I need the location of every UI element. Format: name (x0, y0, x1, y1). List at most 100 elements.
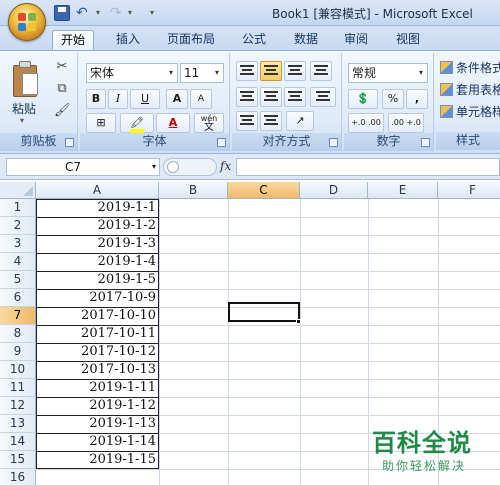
undo-icon[interactable]: ↶ (76, 5, 92, 21)
cell-a5[interactable]: 2019-1-5 (36, 271, 159, 289)
copy-icon[interactable]: ⧉ (54, 81, 70, 97)
align-middle-button[interactable] (260, 61, 282, 81)
cell-a15[interactable]: 2019-1-15 (36, 451, 159, 469)
row-header-selected[interactable]: 7 (0, 307, 36, 325)
customize-toolbar-icon[interactable]: ▾ (150, 8, 154, 17)
name-box[interactable]: C7 ▾ (6, 158, 160, 176)
shrink-font-button[interactable]: A (190, 89, 212, 109)
cell-a3[interactable]: 2019-1-3 (36, 235, 159, 253)
redo-icon[interactable]: ↷ (110, 5, 126, 21)
fill-handle[interactable] (296, 319, 301, 324)
row-header[interactable]: 8 (0, 325, 36, 343)
increase-decimal-button[interactable]: +.0 .00 (348, 113, 384, 133)
font-color-button[interactable]: A (156, 113, 190, 133)
grow-font-button[interactable]: A (166, 89, 188, 109)
cell-a11[interactable]: 2019-1-11 (36, 379, 159, 397)
row-header[interactable]: 1 (0, 199, 36, 217)
select-all-button[interactable] (0, 182, 36, 199)
column-header-d[interactable]: D (300, 182, 368, 199)
formula-input[interactable] (236, 158, 500, 176)
column-header-b[interactable]: B (159, 182, 228, 199)
font-name-select[interactable]: 宋体 ▾ (86, 63, 178, 83)
column-header-a[interactable]: A (36, 182, 159, 199)
increase-indent-button[interactable] (260, 111, 282, 131)
tab-page-layout[interactable]: 页面布局 (158, 30, 224, 50)
conditional-format-button[interactable]: 条件格式 (440, 59, 500, 77)
alignment-launcher-icon[interactable] (329, 138, 338, 147)
cell-a1[interactable]: 2019-1-1 (36, 199, 159, 217)
number-format-select[interactable]: 常规 ▾ (348, 63, 428, 83)
align-right-icon (288, 91, 302, 103)
redo-dropdown-icon[interactable]: ▾ (128, 8, 132, 17)
text-orientation-button[interactable]: ↗ (286, 111, 314, 131)
merge-center-button[interactable] (310, 87, 336, 107)
align-right-button[interactable] (284, 87, 306, 107)
tab-view[interactable]: 视图 (388, 30, 428, 50)
cell-a2[interactable]: 2019-1-2 (36, 217, 159, 235)
cell-a13[interactable]: 2019-1-13 (36, 415, 159, 433)
row-header[interactable]: 2 (0, 217, 36, 235)
font-size-select[interactable]: 11 ▾ (180, 63, 224, 83)
office-button[interactable] (8, 3, 46, 41)
tab-insert[interactable]: 插入 (108, 30, 148, 50)
cut-icon[interactable]: ✂ (54, 59, 70, 75)
decrease-indent-button[interactable] (236, 111, 258, 131)
tab-formulas[interactable]: 公式 (234, 30, 274, 50)
bold-button[interactable]: B (86, 89, 106, 109)
cell-a7[interactable]: 2017-10-10 (36, 307, 159, 325)
format-painter-icon[interactable]: 🖌 (54, 103, 71, 119)
formula-bar-handle[interactable] (163, 158, 217, 176)
row-header[interactable]: 15 (0, 451, 36, 469)
row-header[interactable]: 11 (0, 379, 36, 397)
row-header[interactable]: 10 (0, 361, 36, 379)
cell-a9[interactable]: 2017-10-12 (36, 343, 159, 361)
row-header[interactable]: 14 (0, 433, 36, 451)
currency-button[interactable]: 💲 (348, 89, 378, 109)
cell-styles-button[interactable]: 单元格样 (440, 103, 500, 121)
insert-function-icon[interactable]: fx (220, 159, 231, 173)
save-icon[interactable] (54, 5, 70, 21)
phonetic-button[interactable]: wén 文 (194, 113, 224, 133)
cell-a14[interactable]: 2019-1-14 (36, 433, 159, 451)
row-header[interactable]: 4 (0, 253, 36, 271)
cell-a4[interactable]: 2019-1-4 (36, 253, 159, 271)
borders-button[interactable]: ⊞ (86, 113, 116, 133)
row-header[interactable]: 5 (0, 271, 36, 289)
comma-button[interactable]: , (406, 89, 428, 109)
paste-button[interactable]: 粘贴 (12, 100, 36, 117)
column-header-f[interactable]: F (438, 182, 500, 199)
underline-button[interactable]: U (130, 89, 160, 109)
fill-color-button[interactable]: 🖍 (120, 113, 154, 133)
cell-a8[interactable]: 2017-10-11 (36, 325, 159, 343)
row-header[interactable]: 12 (0, 397, 36, 415)
align-top-button[interactable] (236, 61, 258, 81)
align-bottom-button[interactable] (284, 61, 306, 81)
tab-review[interactable]: 审阅 (336, 30, 376, 50)
row-header[interactable]: 16 (0, 469, 36, 485)
column-header-e[interactable]: E (368, 182, 438, 199)
clipboard-launcher-icon[interactable] (65, 138, 74, 147)
percent-button[interactable]: % (382, 89, 404, 109)
column-header-c[interactable]: C (228, 182, 300, 199)
cell-a10[interactable]: 2017-10-13 (36, 361, 159, 379)
row-header[interactable]: 9 (0, 343, 36, 361)
decrease-decimal-button[interactable]: .00 +.0 (388, 113, 424, 133)
row-header[interactable]: 13 (0, 415, 36, 433)
row-header[interactable]: 6 (0, 289, 36, 307)
row-header[interactable]: 3 (0, 235, 36, 253)
number-launcher-icon[interactable] (421, 138, 430, 147)
align-left-button[interactable] (236, 87, 258, 107)
font-launcher-icon[interactable] (217, 138, 226, 147)
cell-a6[interactable]: 2017-10-9 (36, 289, 159, 307)
undo-dropdown-icon[interactable]: ▾ (96, 8, 100, 17)
format-as-table-button[interactable]: 套用表格 (440, 81, 500, 99)
tab-home[interactable]: 开始 (52, 30, 94, 50)
paste-dropdown-icon[interactable]: ▾ (20, 116, 24, 125)
align-center-button[interactable] (260, 87, 282, 107)
tab-data[interactable]: 数据 (286, 30, 326, 50)
orientation-button[interactable] (310, 61, 332, 81)
active-cell-c7[interactable] (228, 302, 300, 322)
italic-button[interactable]: I (108, 89, 128, 109)
paste-icon[interactable] (10, 59, 40, 99)
cell-a12[interactable]: 2019-1-12 (36, 397, 159, 415)
